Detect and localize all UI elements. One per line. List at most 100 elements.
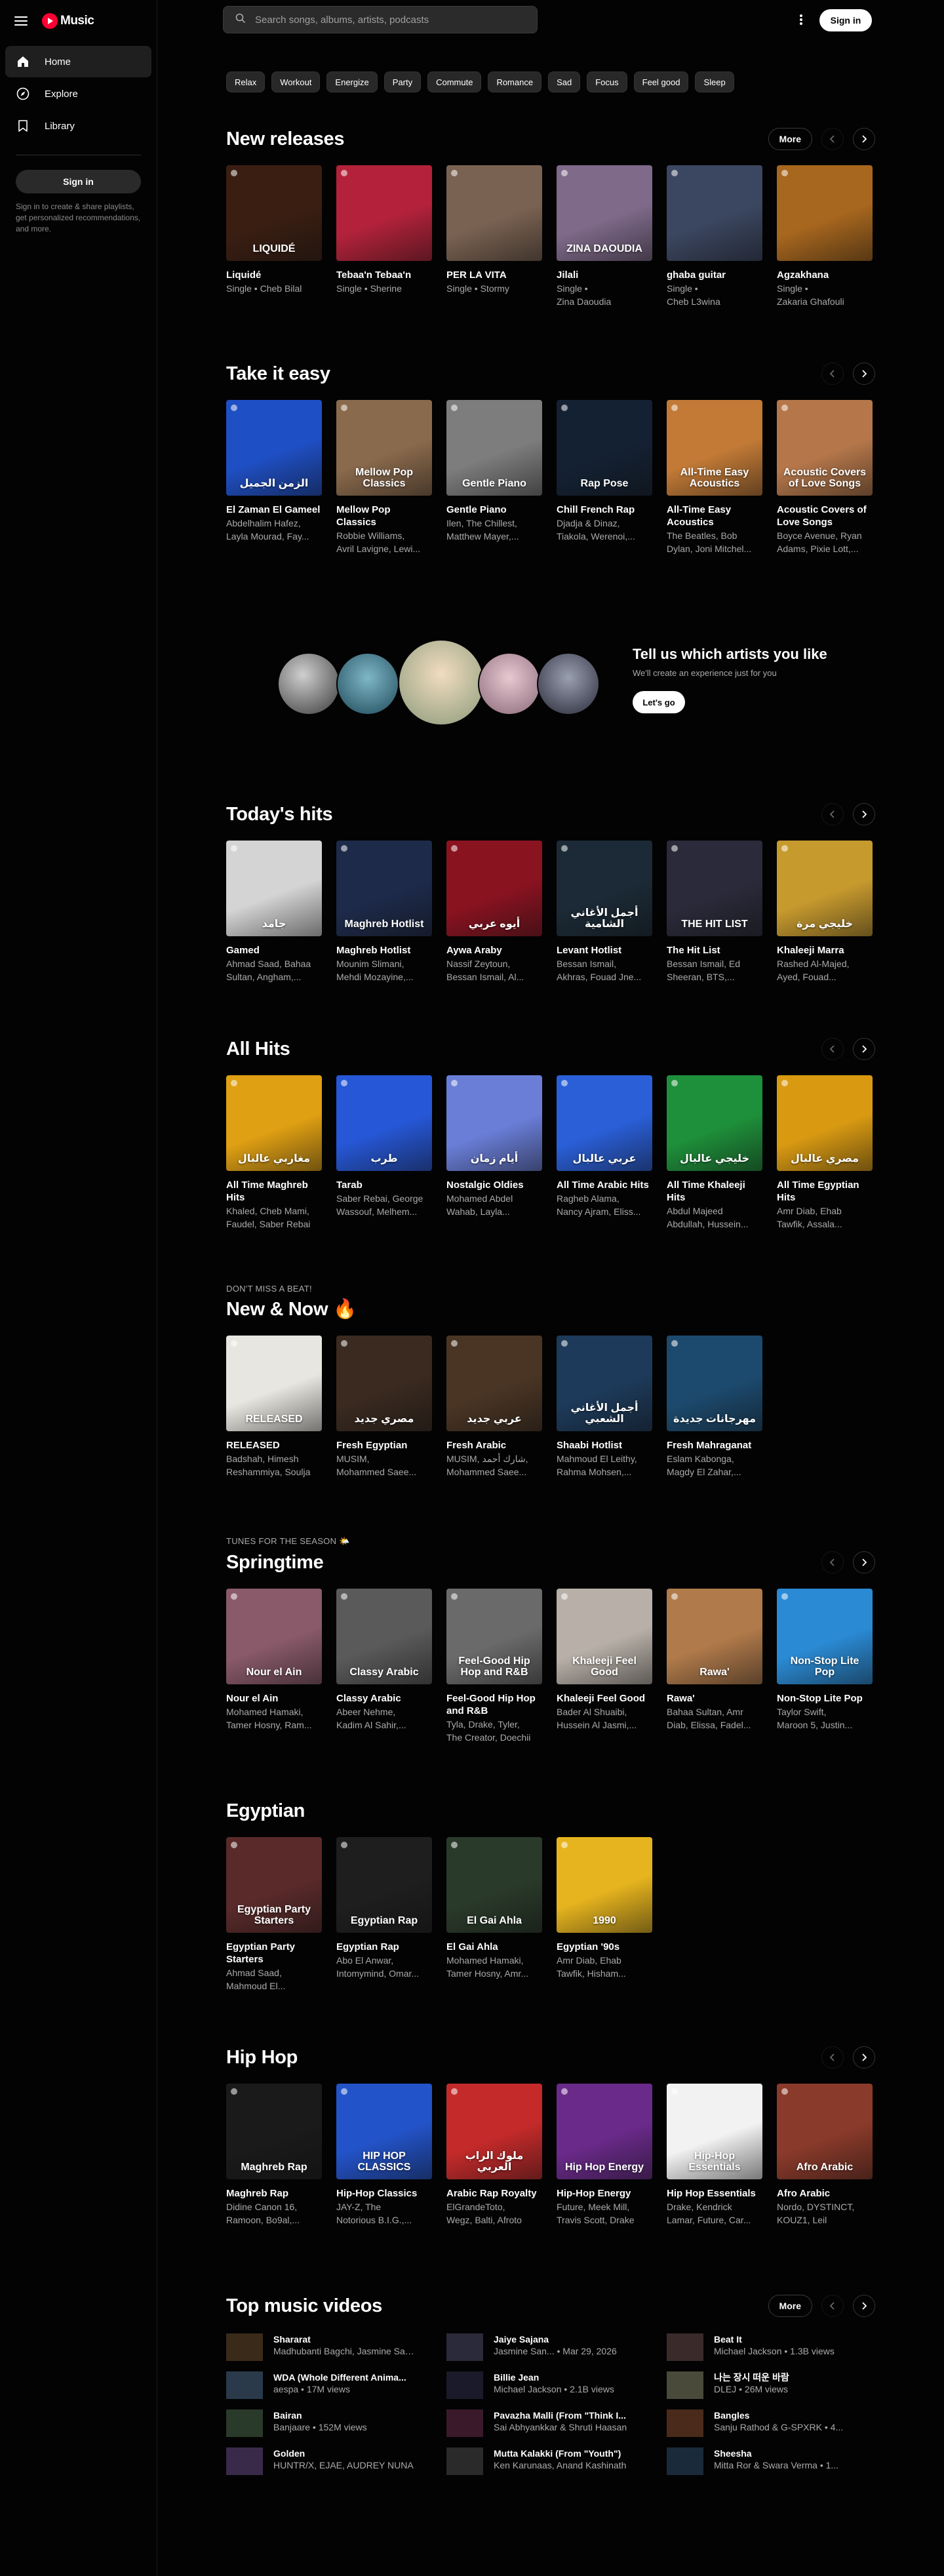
card-title[interactable]: Fresh Egyptian [336, 1439, 432, 1452]
video-item[interactable]: Pavazha Malli (From "Think I... Sai Abhya… [446, 2409, 667, 2437]
video-thumbnail[interactable] [226, 2371, 263, 2399]
video-item[interactable]: Sheesha Mitta Ror & Swara Verma • 1... [667, 2447, 875, 2475]
playlist-card[interactable]: Agzakhana Single • Zakaria Ghafouli [777, 165, 873, 307]
card-title[interactable]: Nour el Ain [226, 1692, 322, 1705]
next-arrow-icon[interactable] [853, 803, 875, 825]
video-thumbnail[interactable] [667, 2333, 703, 2361]
card-title[interactable]: Fresh Mahraganat [667, 1439, 762, 1452]
playlist-card[interactable]: Egyptian Rap Egyptian Rap Abo El Anwar, Int… [336, 1837, 432, 1992]
card-thumbnail[interactable]: HIP HOP CLASSICS [336, 2084, 432, 2179]
next-arrow-icon[interactable] [853, 1038, 875, 1060]
card-thumbnail[interactable]: Nour el Ain [226, 1589, 322, 1684]
next-arrow-icon[interactable] [853, 128, 875, 150]
card-title[interactable]: Egyptian Rap [336, 1941, 432, 1953]
mood-chip[interactable]: Energize [326, 71, 378, 92]
more-options-icon[interactable] [800, 14, 802, 25]
card-thumbnail[interactable]: THE HIT LIST [667, 841, 762, 936]
playlist-card[interactable]: ZINA DAOUDIA Jilali Single • Zina Daoudia [557, 165, 652, 307]
video-title[interactable]: Mutta Kalakki (From "Youth") [494, 2447, 638, 2459]
card-thumbnail[interactable]: عربي جديد [446, 1336, 542, 1431]
playlist-card[interactable]: مهرجانات جديدة Fresh Mahraganat Eslam Kabo… [667, 1336, 762, 1478]
card-thumbnail[interactable]: مهرجانات جديدة [667, 1336, 762, 1431]
playlist-card[interactable]: Egyptian Party Starters Egyptian Party St… [226, 1837, 322, 1992]
card-title[interactable]: Khaleeji Feel Good [557, 1692, 652, 1705]
mood-chip[interactable]: Sleep [695, 71, 734, 92]
playlist-card[interactable]: Gentle Piano Gentle Piano Ilen, The Chille… [446, 400, 542, 555]
card-thumbnail[interactable]: Egyptian Party Starters [226, 1837, 322, 1933]
card-title[interactable]: El Zaman El Gameel [226, 504, 322, 516]
card-thumbnail[interactable] [667, 165, 762, 261]
card-thumbnail[interactable]: RELEASED [226, 1336, 322, 1431]
mood-chip[interactable]: Commute [427, 71, 482, 92]
app-logo[interactable]: Music [42, 13, 94, 29]
video-thumbnail[interactable] [446, 2371, 483, 2399]
playlist-card[interactable]: أجمل الأغاني الشامية Levant Hotlist Bessan… [557, 841, 652, 983]
playlist-card[interactable]: Tebaa'n Tebaa'n Single • Sherine [336, 165, 432, 307]
sidebar-item-library[interactable]: Library [5, 110, 151, 142]
video-title[interactable]: 나는 장시 떠운 바람 [714, 2371, 858, 2383]
card-title[interactable]: Gamed [226, 944, 322, 957]
playlist-card[interactable]: Non-Stop Lite Pop Non-Stop Lite Pop Taylor… [777, 1589, 873, 1743]
card-title[interactable]: Shaabi Hotlist [557, 1439, 652, 1452]
card-title[interactable]: Aywa Araby [446, 944, 542, 957]
card-thumbnail[interactable]: Afro Arabic [777, 2084, 873, 2179]
card-thumbnail[interactable]: مصري عالبال [777, 1075, 873, 1171]
video-item[interactable]: Shararat Madhubanti Bagchi, Jasmine Sandl… [226, 2333, 446, 2361]
playlist-card[interactable]: 1990 Egyptian '90s Amr Diab, Ehab Tawfik, H… [557, 1837, 652, 1992]
mood-chip[interactable]: Romance [488, 71, 542, 92]
card-title[interactable]: Egyptian '90s [557, 1941, 652, 1953]
card-title[interactable]: All Time Arabic Hits [557, 1179, 652, 1191]
video-thumbnail[interactable] [226, 2333, 263, 2361]
card-thumbnail[interactable]: جامد [226, 841, 322, 936]
card-thumbnail[interactable]: أجمل الأغاني الشعبي [557, 1336, 652, 1431]
playlist-card[interactable]: خليجي مرة Khaleeji Marra Rashed Al-Majed, A… [777, 841, 873, 983]
card-title[interactable]: Chill French Rap [557, 504, 652, 516]
mood-chip[interactable]: Workout [271, 71, 321, 92]
mood-chip[interactable]: Party [384, 71, 422, 92]
video-thumbnail[interactable] [667, 2371, 703, 2399]
card-title[interactable]: Jilali [557, 269, 652, 281]
card-thumbnail[interactable]: Rawa' [667, 1589, 762, 1684]
card-title[interactable]: Arabic Rap Royalty [446, 2187, 542, 2200]
card-title[interactable]: Fresh Arabic [446, 1439, 542, 1452]
playlist-card[interactable]: أيوه عربي Aywa Araby Nassif Zeytoun, Bessan… [446, 841, 542, 983]
video-thumbnail[interactable] [226, 2409, 263, 2437]
card-title[interactable]: Nostalgic Oldies [446, 1179, 542, 1191]
video-title[interactable]: Billie Jean [494, 2371, 638, 2383]
playlist-card[interactable]: Khaleeji Feel Good Khaleeji Feel Good Bade… [557, 1589, 652, 1743]
card-thumbnail[interactable]: الزمن الجميل [226, 400, 322, 496]
card-thumbnail[interactable] [446, 165, 542, 261]
card-thumbnail[interactable] [336, 165, 432, 261]
card-title[interactable]: The Hit List [667, 944, 762, 957]
mood-chip[interactable]: Relax [226, 71, 266, 92]
playlist-card[interactable]: Rawa' Rawa' Bahaa Sultan, Amr Diab, Elissa,… [667, 1589, 762, 1743]
playlist-card[interactable]: Acoustic Covers of Love Songs Acoustic Co… [777, 400, 873, 555]
playlist-card[interactable]: مغاربي عالبال All Time Maghreb Hits Khaled… [226, 1075, 322, 1230]
previous-arrow-icon[interactable] [821, 128, 844, 150]
card-thumbnail[interactable] [777, 165, 873, 261]
video-title[interactable]: Bangles [714, 2409, 858, 2421]
card-thumbnail[interactable]: مغاربي عالبال [226, 1075, 322, 1171]
playlist-card[interactable]: الزمن الجميل El Zaman El Gameel Abdelhalim… [226, 400, 322, 555]
video-thumbnail[interactable] [446, 2447, 483, 2475]
card-title[interactable]: Egyptian Party Starters [226, 1941, 322, 1966]
card-title[interactable]: Levant Hotlist [557, 944, 652, 957]
card-title[interactable]: El Gai Ahla [446, 1941, 542, 1953]
video-title[interactable]: Bairan [273, 2409, 418, 2421]
playlist-card[interactable]: Hip Hop Energy Hip-Hop Energy Future, Meek… [557, 2084, 652, 2226]
playlist-card[interactable]: Mellow Pop Classics Mellow Pop Classics Ro… [336, 400, 432, 555]
video-item[interactable]: 나는 장시 떠운 바람 DLEJ • 26M views [667, 2371, 875, 2399]
previous-arrow-icon[interactable] [821, 1038, 844, 1060]
card-thumbnail[interactable]: خليجي مرة [777, 841, 873, 936]
video-item[interactable]: Bairan Banjaare • 152M views [226, 2409, 446, 2437]
card-thumbnail[interactable]: Acoustic Covers of Love Songs [777, 400, 873, 496]
sidebar-sign-in-button[interactable]: Sign in [16, 170, 141, 193]
playlist-card[interactable]: Nour el Ain Nour el Ain Mohamed Hamaki, Tam… [226, 1589, 322, 1743]
playlist-card[interactable]: خليجي عالبال All Time Khaleeji Hits Abdul … [667, 1075, 762, 1230]
video-item[interactable]: Mutta Kalakki (From "Youth") Ken Karunaas… [446, 2447, 667, 2475]
video-title[interactable]: Sheesha [714, 2447, 858, 2459]
playlist-card[interactable]: All-Time Easy Acoustics All-Time Easy Aco… [667, 400, 762, 555]
card-thumbnail[interactable]: Feel-Good Hip Hop and R&B [446, 1589, 542, 1684]
card-title[interactable]: All Time Maghreb Hits [226, 1179, 322, 1204]
card-thumbnail[interactable]: Mellow Pop Classics [336, 400, 432, 496]
